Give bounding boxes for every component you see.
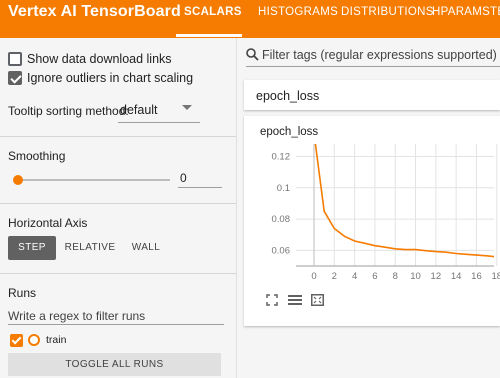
x-tick-label: 8 (393, 271, 398, 282)
sidebar-separator (236, 38, 237, 378)
x-tick-label: 18 (491, 271, 500, 282)
tooltip-sort-underline (118, 122, 200, 123)
divider (0, 136, 236, 137)
run-color-swatch[interactable] (28, 334, 40, 346)
run-train-label: train (46, 334, 67, 346)
smoothing-label: Smoothing (8, 149, 66, 163)
y-tick-label: 0.1 (277, 183, 290, 194)
smoothing-slider-track[interactable] (18, 179, 170, 181)
run-regex-underline (8, 324, 224, 325)
x-tick-label: 4 (352, 271, 357, 282)
x-tick-label: 14 (451, 271, 462, 282)
divider (0, 273, 236, 274)
tooltip-sort-select[interactable]: default (120, 103, 158, 117)
ignore-outliers-label: Ignore outliers in chart scaling (27, 71, 194, 85)
y-tick-label: 0.06 (272, 245, 291, 256)
toggle-log-scale-icon[interactable] (288, 294, 302, 306)
x-tick-label: 0 (311, 271, 316, 282)
fit-domain-icon[interactable] (311, 294, 324, 306)
tab-histograms[interactable]: HISTOGRAMS (258, 6, 338, 18)
run-train-checkbox[interactable] (10, 334, 23, 347)
search-icon (246, 48, 259, 61)
divider (0, 203, 236, 204)
smoothing-slider-thumb[interactable] (13, 175, 23, 185)
fullscreen-icon[interactable] (266, 294, 278, 306)
tab-scalars[interactable]: SCALARS (184, 6, 242, 18)
y-tick-label: 0.08 (272, 214, 291, 225)
x-tick-label: 2 (332, 271, 337, 282)
scalar-chart-card: epoch_loss 0.06 0.08 0.1 0.12 0 2 4 6 8 10 12 14 16 1… (244, 116, 500, 326)
horizontal-axis-label: Horizontal Axis (8, 216, 88, 230)
toggle-all-runs-button[interactable]: TOGGLE ALL RUNS (8, 353, 221, 376)
smoothing-value-input[interactable]: 0 (180, 171, 187, 185)
x-tick-label: 6 (372, 271, 377, 282)
line-chart[interactable]: 0.06 0.08 0.1 0.12 0 2 4 6 8 10 12 14 16 18 (244, 116, 500, 291)
filter-tags-underline (246, 66, 500, 67)
runs-label: Runs (8, 286, 37, 300)
tooltip-sort-label: Tooltip sorting method: (8, 104, 129, 118)
x-tick-label: 12 (431, 271, 442, 282)
tag-group-header[interactable]: epoch_loss (244, 80, 500, 110)
x-tick-label: 10 (410, 271, 421, 282)
x-tick-label: 16 (471, 271, 482, 282)
app-title: Vertex AI TensorBoard (8, 3, 181, 20)
smoothing-value-underline (178, 187, 222, 188)
y-tick-label: 0.12 (272, 152, 291, 163)
show-download-links-label: Show data download links (27, 52, 172, 66)
axis-step-button[interactable]: STEP (8, 236, 56, 260)
series-line-train (314, 144, 494, 258)
axis-wall-button[interactable]: WALL (124, 236, 168, 260)
show-download-links-checkbox[interactable] (8, 52, 22, 66)
axis-relative-button[interactable]: RELATIVE (62, 236, 118, 260)
chevron-down-icon[interactable] (182, 105, 192, 110)
run-regex-input[interactable]: Write a regex to filter runs (8, 309, 145, 323)
active-tab-indicator (176, 34, 242, 37)
filter-tags-input[interactable]: Filter tags (regular expressions support… (262, 48, 497, 62)
tab-text[interactable]: TEXT (490, 6, 500, 18)
tag-group-title: epoch_loss (256, 89, 320, 103)
tab-distributions[interactable]: DISTRIBUTIONS (341, 6, 434, 18)
tab-hparams[interactable]: HPARAMS (432, 6, 490, 18)
top-app-bar: Vertex AI TensorBoard SCALARS HISTOGRAMS… (0, 0, 500, 38)
ignore-outliers-checkbox[interactable] (8, 71, 22, 85)
